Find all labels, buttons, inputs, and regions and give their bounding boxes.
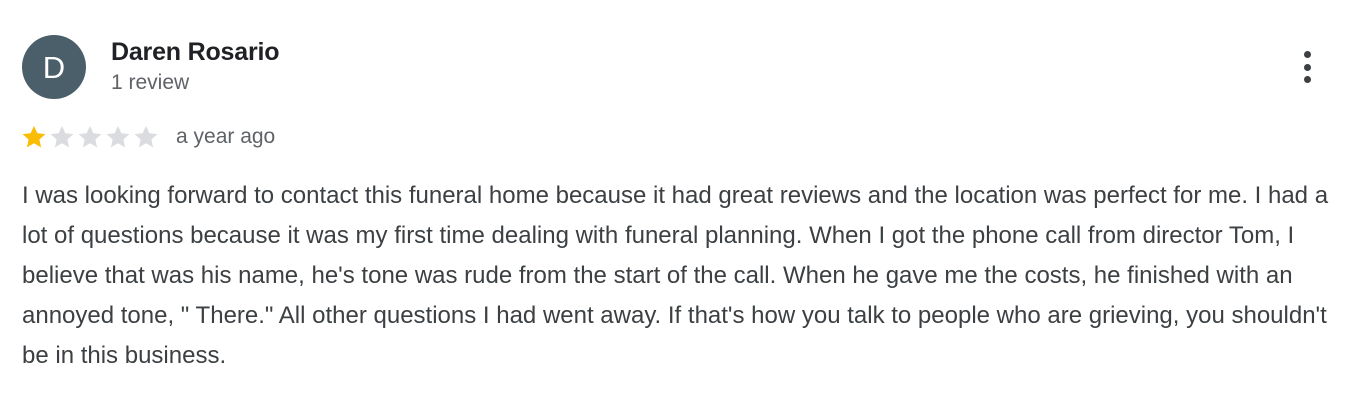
review-text: I was looking forward to contact this fu… <box>22 182 1329 369</box>
more-vert-icon-dot <box>1303 76 1311 83</box>
avatar-initial: D <box>42 49 66 85</box>
star-filled-icon <box>22 125 46 148</box>
avatar[interactable]: D <box>22 35 86 99</box>
review-timestamp: a year ago <box>176 125 276 148</box>
more-vert-icon <box>1303 51 1311 58</box>
star-empty-icon <box>50 125 74 148</box>
rating-row: a year ago <box>20 122 275 152</box>
star-rating <box>20 123 160 151</box>
star-empty-icon <box>78 125 102 148</box>
star-empty-icon <box>134 125 158 148</box>
more-vert-icon-dot <box>1303 63 1311 71</box>
star-empty-icon <box>106 125 130 148</box>
author-name[interactable]: Daren Rosario <box>111 37 279 67</box>
more-options-button[interactable] <box>1292 48 1322 86</box>
review-count[interactable]: 1 review <box>111 70 189 96</box>
